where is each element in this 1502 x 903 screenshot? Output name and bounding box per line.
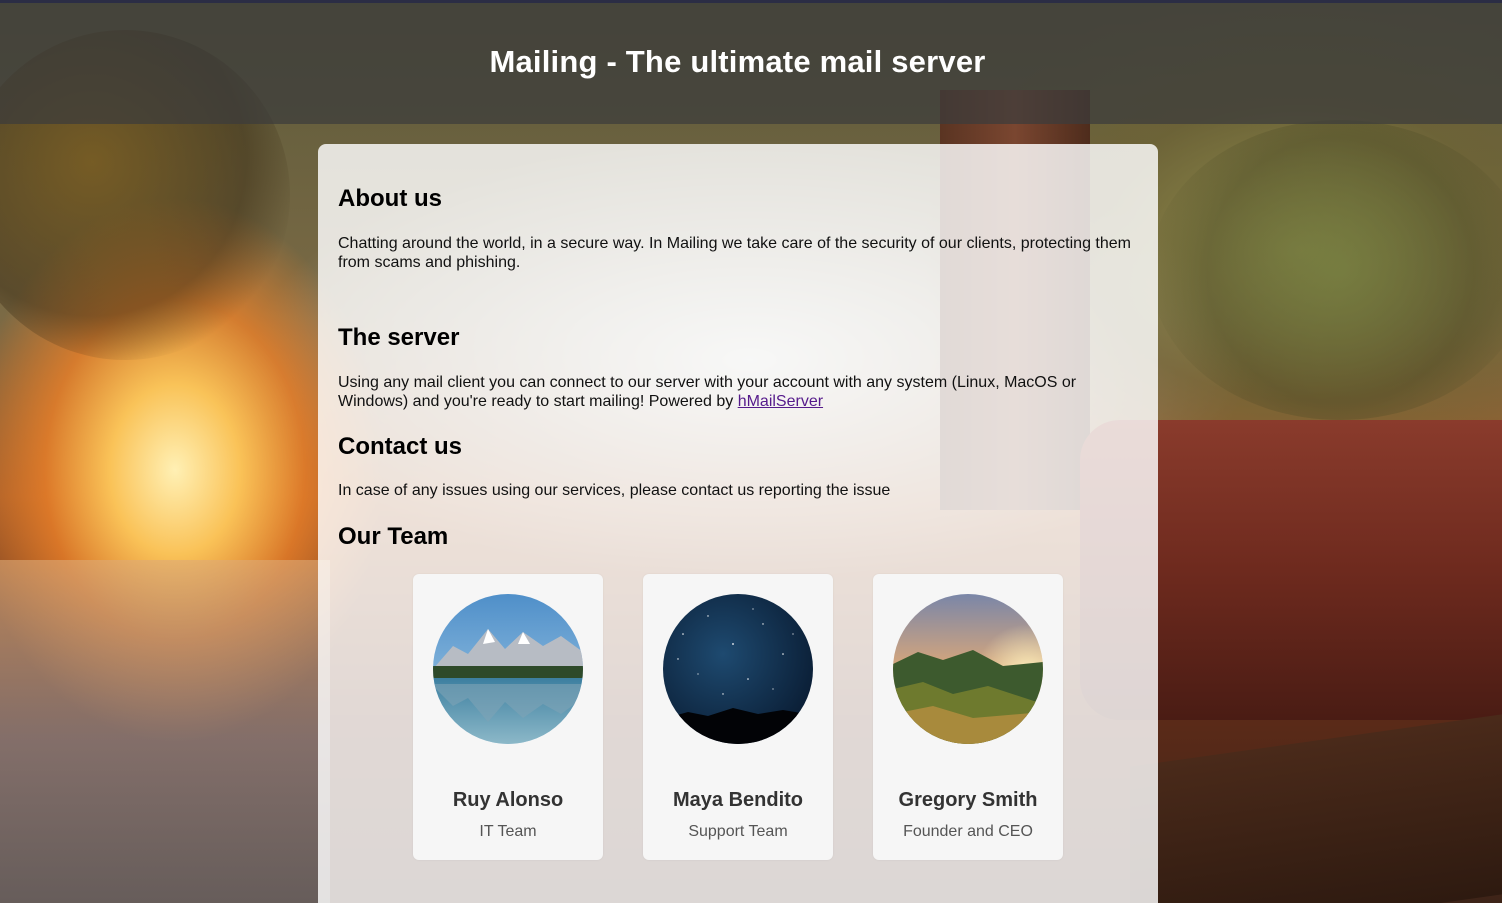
member-name: Ruy Alonso [452, 789, 564, 811]
content-panel: About us Chatting around the world, in a… [318, 144, 1158, 903]
server-section: The server Using any mail client you can… [338, 324, 1138, 411]
about-text: Chatting around the world, in a secure w… [338, 235, 1131, 271]
member-name: Maya Bendito [672, 789, 804, 811]
night-sky-photo [663, 594, 813, 744]
team-card: Ruy Alonso IT Team [413, 574, 603, 860]
member-role: Support Team [688, 823, 788, 840]
contact-text: In case of any issues using our services… [338, 482, 891, 499]
server-heading: The server [338, 324, 460, 351]
member-role: Founder and CEO [903, 823, 1033, 840]
site-header: Mailing - The ultimate mail server [0, 0, 1502, 124]
team-heading: Our Team [338, 523, 449, 550]
server-text-body: Using any mail client you can connect to… [338, 374, 1077, 410]
site-title: Mailing - The ultimate mail server [489, 44, 986, 79]
team-card: Maya Bendito Support Team [643, 574, 833, 860]
team-card: Gregory Smith Founder and CEO [873, 574, 1063, 860]
team-cards: Ruy Alonso IT Team Maya Bendito Support … [318, 574, 1158, 860]
about-section: About us Chatting around the world, in a… [338, 185, 1138, 272]
member-name: Gregory Smith [898, 789, 1038, 811]
member-role: IT Team [479, 823, 537, 840]
about-heading: About us [338, 185, 442, 212]
contact-heading: Contact us [338, 433, 463, 460]
team-section: Our Team [338, 523, 1138, 551]
contact-section: Contact us In case of any issues using o… [338, 433, 1138, 500]
hmailserver-link[interactable]: hMailServer [738, 393, 823, 410]
sunset-hills-photo [893, 594, 1043, 744]
mountain-lake-photo [433, 594, 583, 744]
server-text: Using any mail client you can connect to… [338, 373, 1138, 411]
